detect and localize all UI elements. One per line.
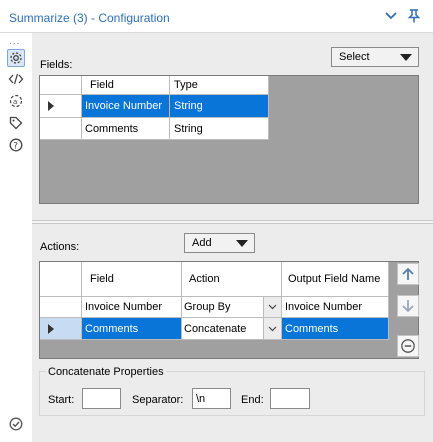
chevron-down-icon[interactable] xyxy=(382,7,400,25)
field-cell[interactable]: Invoice Number xyxy=(82,95,170,118)
code-icon[interactable] xyxy=(7,70,25,88)
column-header-action[interactable]: Action xyxy=(182,262,282,297)
row-selector[interactable] xyxy=(40,95,82,118)
add-dropdown-label: Add xyxy=(192,237,212,249)
field-cell[interactable]: Comments xyxy=(82,318,182,340)
actions-header-row: Field Action Output Field Name xyxy=(40,262,389,297)
fields-header-row: Field Type xyxy=(40,76,269,95)
output-field-name-cell[interactable]: Invoice Number xyxy=(282,297,389,318)
svg-text:?: ? xyxy=(13,142,18,152)
check-circle-icon xyxy=(7,415,25,433)
gear-icon[interactable] xyxy=(7,49,25,67)
action-combo[interactable]: Concatenate xyxy=(182,318,282,340)
output-field-name-cell[interactable]: Comments xyxy=(282,318,389,340)
actions-label: Actions: xyxy=(40,241,80,253)
field-cell[interactable]: Comments xyxy=(82,118,170,140)
caret-down-icon xyxy=(400,54,412,61)
row-pointer-icon xyxy=(48,101,54,111)
configuration-panel: Select Fields: Field Type Invoice Number… xyxy=(32,33,433,442)
end-input[interactable] xyxy=(270,388,310,409)
select-dropdown-label: Select xyxy=(339,51,370,63)
rename-icon[interactable]: a xyxy=(7,92,25,110)
header-corner xyxy=(40,76,82,95)
table-row[interactable]: Comments String xyxy=(40,118,269,140)
type-cell[interactable]: String xyxy=(170,95,269,118)
table-row[interactable]: Invoice Number String xyxy=(40,95,269,118)
column-header-field[interactable]: Field xyxy=(82,262,182,297)
action-value: Group By xyxy=(184,301,231,313)
more-icon[interactable]: ... xyxy=(9,36,20,47)
actions-grid[interactable]: Field Action Output Field Name Invoice N… xyxy=(39,261,419,359)
chevron-down-icon[interactable] xyxy=(263,297,281,317)
field-cell[interactable]: Invoice Number xyxy=(82,297,182,318)
end-label: End: xyxy=(241,394,264,406)
window-title: Summarize (3) - Configuration xyxy=(9,11,170,25)
row-selector[interactable] xyxy=(40,318,82,340)
move-up-button[interactable] xyxy=(397,263,419,285)
separator-label: Separator: xyxy=(132,394,184,406)
left-toolbar: ... a ? xyxy=(0,33,32,442)
header-corner xyxy=(40,262,82,297)
title-bar: Summarize (3) - Configuration xyxy=(0,0,433,33)
fields-label: Fields: xyxy=(40,59,73,71)
move-down-button[interactable] xyxy=(397,295,419,317)
remove-button[interactable] xyxy=(397,335,419,357)
help-icon[interactable]: ? xyxy=(7,136,25,154)
caret-down-icon xyxy=(236,240,248,247)
svg-text:a: a xyxy=(13,98,17,106)
separator-input[interactable]: \n xyxy=(192,388,231,409)
row-selector[interactable] xyxy=(40,297,82,318)
select-dropdown[interactable]: Select xyxy=(331,47,419,67)
column-header-type[interactable]: Type xyxy=(170,76,269,95)
chevron-down-icon[interactable] xyxy=(263,318,281,339)
tag-icon[interactable] xyxy=(7,114,25,132)
column-header-field[interactable]: Field xyxy=(82,76,170,95)
add-dropdown[interactable]: Add xyxy=(184,233,255,253)
table-row[interactable]: Invoice Number Group By Invoice Number xyxy=(40,297,389,318)
arrow-down-icon xyxy=(402,300,414,313)
table-row[interactable]: Comments Concatenate Comments xyxy=(40,318,389,340)
action-combo[interactable]: Group By xyxy=(182,297,282,318)
concatenate-properties-title: Concatenate Properties xyxy=(46,366,166,378)
splitter[interactable] xyxy=(32,220,433,224)
row-pointer-icon xyxy=(48,323,54,334)
column-header-output-field-name[interactable]: Output Field Name xyxy=(282,262,389,297)
arrow-up-icon xyxy=(402,267,414,280)
pin-icon[interactable] xyxy=(405,7,423,25)
start-label: Start: xyxy=(48,394,75,406)
action-value: Concatenate xyxy=(184,322,247,335)
fields-grid[interactable]: Field Type Invoice Number String Comment… xyxy=(39,75,419,204)
type-cell[interactable]: String xyxy=(170,118,269,140)
row-selector[interactable] xyxy=(40,118,82,140)
start-input[interactable] xyxy=(82,388,121,409)
minus-circle-icon xyxy=(401,339,415,353)
